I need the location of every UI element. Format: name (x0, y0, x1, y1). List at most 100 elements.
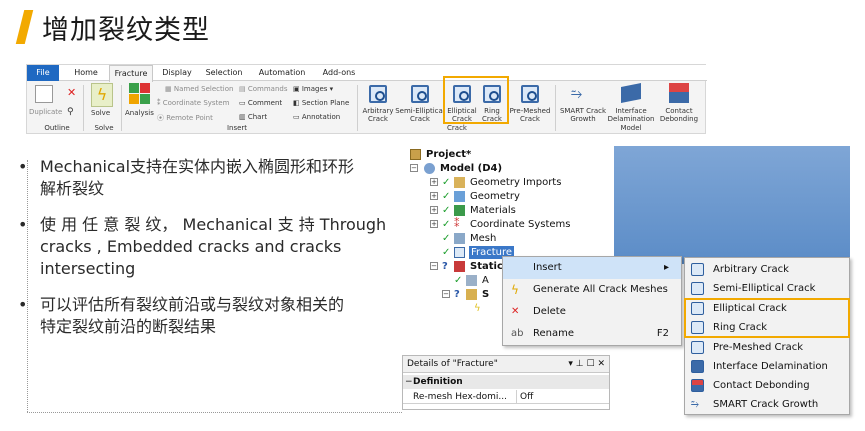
analysis-settings-icon (466, 275, 477, 286)
semi-elliptical-crack-button[interactable]: Semi-Elliptical Crack (395, 107, 445, 123)
images-button[interactable]: ▣ Images ▾ (293, 85, 333, 93)
details-row[interactable]: Re-mesh Hex-domi... Off (403, 390, 609, 404)
bullet-dot-icon: • (18, 295, 28, 314)
details-header: Details of "Fracture" ▾ ⊥ ☐ ✕ (403, 356, 609, 373)
solve-button[interactable]: Solve (91, 109, 110, 117)
graphics-viewport[interactable] (614, 146, 850, 264)
pre-meshed-crack-icon (521, 85, 539, 103)
geometry-imports-icon (454, 177, 465, 188)
images-icon: ▣ (293, 85, 302, 93)
chart-button[interactable]: ▥ Chart (239, 113, 267, 121)
expand-icon[interactable]: + (430, 178, 438, 186)
pre-meshed-crack-button[interactable]: Pre-Meshed Crack (507, 107, 553, 123)
tab-selection[interactable]: Selection (201, 65, 247, 81)
dropdown-icon[interactable]: ▾ (568, 359, 573, 369)
interface-delamination-icon (621, 83, 641, 103)
tab-display[interactable]: Display (157, 65, 197, 81)
expand-icon[interactable]: + (430, 192, 438, 200)
tab-fracture[interactable]: Fracture (109, 65, 153, 82)
section-plane-icon: ◧ (293, 99, 302, 107)
ribbon-separator (357, 85, 358, 131)
solve-group-label: Solve (94, 124, 114, 132)
named-selection-icon: ▦ (165, 85, 174, 93)
pin-icon[interactable]: ⊥ (576, 359, 584, 369)
solve-lightning-icon[interactable]: ϟ (91, 83, 113, 107)
question-icon: ? (442, 261, 448, 272)
commands-icon: ▤ (239, 85, 248, 93)
menu-item-rename[interactable]: ab Rename F2 (503, 323, 681, 345)
fracture-icon (454, 247, 465, 258)
submenu-item-smart-crack-growth[interactable]: ⥲ SMART Crack Growth (685, 395, 849, 414)
chevron-right-icon: ▸ (663, 262, 669, 273)
collapse-icon[interactable]: − (410, 164, 418, 172)
analysis-grid-icon (129, 83, 151, 105)
tab-file[interactable]: File (27, 65, 59, 81)
arbitrary-crack-button[interactable]: Arbitrary Crack (361, 107, 395, 123)
menu-item-insert[interactable]: Insert ▸ (503, 257, 681, 279)
arbitrary-crack-icon (369, 85, 387, 103)
collapse-icon[interactable]: − (430, 262, 438, 270)
geometry-icon (454, 191, 465, 202)
bullet-dot-icon: • (18, 215, 28, 234)
contact-debonding-button[interactable]: Contact Debonding (657, 107, 701, 123)
remote-point-icon: ⦿ (157, 114, 167, 122)
smart-crack-growth-button[interactable]: SMART Crack Growth (559, 107, 607, 123)
submenu-item-interface-delamination[interactable]: Interface Delamination (685, 357, 849, 376)
maximize-icon[interactable]: ☐ (587, 359, 595, 369)
tab-home[interactable]: Home (67, 65, 105, 81)
annotation-button[interactable]: ▭ Annotation (293, 113, 340, 121)
submenu-item-arbitrary-crack[interactable]: Arbitrary Crack (685, 260, 849, 279)
check-icon: ✓ (454, 275, 463, 286)
submenu-item-semi-elliptical-crack[interactable]: Semi-Elliptical Crack (685, 279, 849, 298)
delete-x-icon[interactable]: ✕ (67, 87, 77, 98)
close-icon[interactable]: ✕ (597, 359, 605, 369)
expand-icon[interactable]: + (430, 206, 438, 214)
interface-delamination-button[interactable]: Interface Delamination (607, 107, 655, 123)
smart-crack-growth-icon: ⥲ (571, 86, 583, 102)
commands-button[interactable]: ▤ Commands (239, 85, 287, 93)
insert-submenu: Arbitrary Crack Semi-Elliptical Crack El… (684, 257, 850, 415)
details-panel: Details of "Fracture" ▾ ⊥ ☐ ✕ − Definiti… (402, 355, 610, 410)
check-icon: ✓ (442, 233, 451, 244)
remote-point-button[interactable]: ⦿ Remote Point (157, 113, 213, 123)
coordinate-systems-icon: ⁑ (454, 217, 460, 230)
lightning-icon: ϟ (511, 283, 519, 297)
collapse-icon[interactable]: − (405, 375, 413, 389)
pre-meshed-crack-icon (691, 341, 704, 354)
check-icon: ✓ (442, 205, 451, 216)
annotation-icon: ▭ (293, 113, 302, 121)
check-icon: ✓ (442, 247, 451, 258)
tab-add-ons[interactable]: Add-ons (317, 65, 361, 81)
comment-button[interactable]: ▭ Comment (239, 99, 282, 107)
search-icon[interactable]: ⚲ (67, 107, 74, 117)
crack-group-label: Crack (447, 124, 467, 132)
coordinate-system-button[interactable]: ⁑ Coordinate System (157, 99, 229, 107)
title-accent-bar (15, 10, 34, 44)
menu-item-delete[interactable]: ✕ Delete (503, 301, 681, 323)
tab-automation[interactable]: Automation (253, 65, 311, 81)
solution-icon (466, 289, 477, 300)
comment-icon: ▭ (239, 99, 248, 107)
smart-crack-growth-icon: ⥲ (691, 399, 699, 410)
submenu-item-contact-debonding[interactable]: Contact Debonding (685, 376, 849, 395)
analysis-button[interactable]: Analysis (125, 109, 154, 117)
model-icon (424, 163, 435, 174)
menu-item-generate-all-crack-meshes[interactable]: ϟ Generate All Crack Meshes (503, 279, 681, 301)
expand-icon[interactable]: + (430, 220, 438, 228)
named-selection-button[interactable]: ▦ Named Selection (165, 85, 233, 93)
bullet-dot-icon: • (18, 157, 28, 176)
delete-x-icon: ✕ (511, 306, 520, 317)
materials-icon (454, 205, 465, 216)
model-group-label: Model (620, 124, 642, 132)
duplicate-icon (35, 85, 53, 103)
section-plane-button[interactable]: ◧ Section Plane (293, 99, 349, 107)
mesh-icon (454, 233, 465, 244)
semi-elliptical-crack-icon (691, 282, 704, 295)
contact-debonding-icon (669, 83, 689, 103)
submenu-item-pre-meshed-crack[interactable]: Pre-Meshed Crack (685, 338, 849, 357)
collapse-icon[interactable]: − (442, 290, 450, 298)
details-section-definition[interactable]: − Definition (403, 375, 609, 389)
highlight-box (684, 298, 850, 338)
duplicate-button[interactable]: Duplicate (29, 108, 62, 116)
project-icon (410, 149, 421, 160)
